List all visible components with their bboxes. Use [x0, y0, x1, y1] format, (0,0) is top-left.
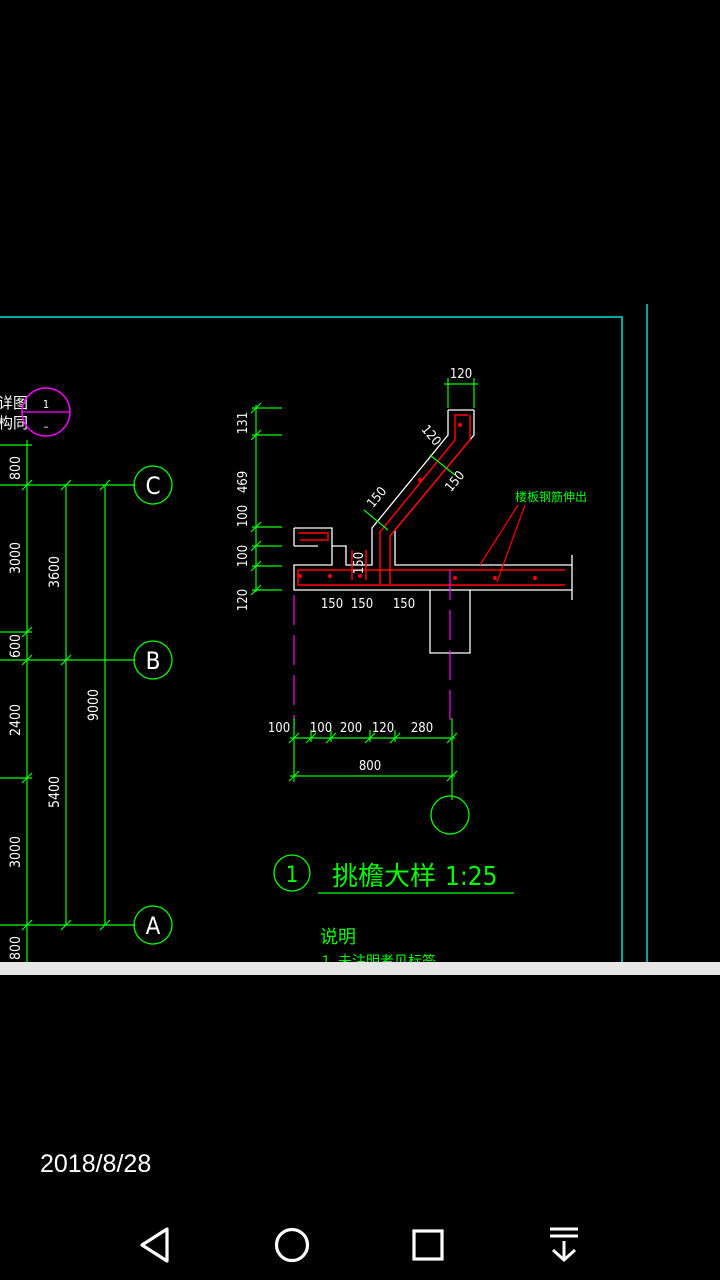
svg-text:–: –	[44, 420, 49, 433]
detail-title-block: 1 挑檐大样 1:25	[273, 854, 514, 894]
back-button[interactable]	[131, 1220, 181, 1270]
svg-text:1: 1	[286, 863, 299, 888]
svg-text:150: 150	[442, 468, 468, 495]
recents-square-icon	[412, 1229, 444, 1261]
svg-text:150: 150	[393, 597, 415, 612]
svg-text:5400: 5400	[47, 776, 63, 808]
horizontal-scrollbar[interactable]	[0, 962, 720, 975]
svg-text:C: C	[145, 472, 160, 500]
eave-vertical-dims	[250, 402, 282, 596]
svg-text:280: 280	[411, 721, 433, 736]
svg-text:100: 100	[268, 721, 290, 736]
svg-text:挑檐大样: 挑檐大样	[332, 862, 436, 892]
total-dim-text: 800	[359, 759, 381, 774]
bottom-dims-b: 100 100 200 120 280	[268, 721, 433, 736]
notes-heading: 说明	[320, 927, 356, 948]
detail-axis-bubble	[430, 795, 470, 835]
notification-pull-button[interactable]	[539, 1220, 589, 1270]
svg-text:2400: 2400	[8, 704, 24, 736]
svg-text:800: 800	[8, 456, 24, 480]
svg-text:120: 120	[236, 589, 251, 611]
home-circle-icon	[274, 1227, 310, 1263]
svg-text:3000: 3000	[8, 836, 24, 868]
svg-text:120: 120	[372, 721, 394, 736]
svg-text:200: 200	[340, 721, 362, 736]
eave-top-dim	[444, 378, 478, 408]
svg-text:150: 150	[321, 597, 343, 612]
photo-date-label: 2018/8/28	[40, 1150, 152, 1178]
recents-button[interactable]	[403, 1220, 453, 1270]
home-button[interactable]	[267, 1220, 317, 1270]
svg-text:9000: 9000	[86, 689, 102, 721]
svg-text:A: A	[146, 912, 161, 940]
axis-bubble-c: C	[133, 465, 173, 505]
svg-text:B: B	[146, 647, 161, 675]
svg-text:150: 150	[364, 484, 390, 511]
rebar-dots	[298, 423, 537, 580]
detail-reference-symbol: 1 –	[21, 387, 71, 437]
svg-text:600: 600	[8, 634, 24, 658]
svg-text:100: 100	[236, 545, 251, 567]
left-dimension-texts: 800 3000 600 2400 3000 800 3600 5400 900…	[8, 456, 102, 960]
image-viewer[interactable]: 详图 构同 1 – 800 3000 600 2400 3000 800 360…	[0, 0, 720, 1280]
svg-text:1:25: 1:25	[445, 862, 498, 892]
svg-text:469: 469	[236, 471, 251, 493]
bottom-dims-a: 150 150 150	[321, 597, 415, 612]
svg-text:1: 1	[43, 398, 49, 411]
android-navigation-bar	[0, 1200, 720, 1280]
download-menu-icon	[550, 1227, 578, 1263]
svg-text:100: 100	[236, 505, 251, 527]
svg-text:150: 150	[352, 552, 367, 574]
notes-line: 1. 未注明者见标签	[322, 953, 436, 962]
svg-text:3600: 3600	[47, 556, 63, 588]
top-dim-text: 120	[450, 367, 472, 382]
svg-text:100: 100	[310, 721, 332, 736]
left-note-2: 构同	[0, 414, 28, 432]
back-triangle-icon	[140, 1227, 169, 1263]
left-dimension-lines	[0, 440, 135, 962]
svg-text:150: 150	[351, 597, 373, 612]
cad-drawing[interactable]: 详图 构同 1 – 800 3000 600 2400 3000 800 360…	[0, 300, 720, 962]
svg-text:3000: 3000	[8, 542, 24, 574]
axis-bubble-a: A	[133, 905, 173, 945]
rebar-note: 楼板钢筋伸出	[515, 489, 587, 504]
eave-vertical-dim-texts: 131 469 100 100 120	[236, 412, 251, 611]
center-lines	[293, 570, 451, 730]
svg-text:800: 800	[8, 936, 24, 960]
drawing-frame-border	[0, 316, 623, 962]
axis-bubble-b: B	[133, 640, 173, 680]
svg-text:131: 131	[236, 412, 251, 434]
